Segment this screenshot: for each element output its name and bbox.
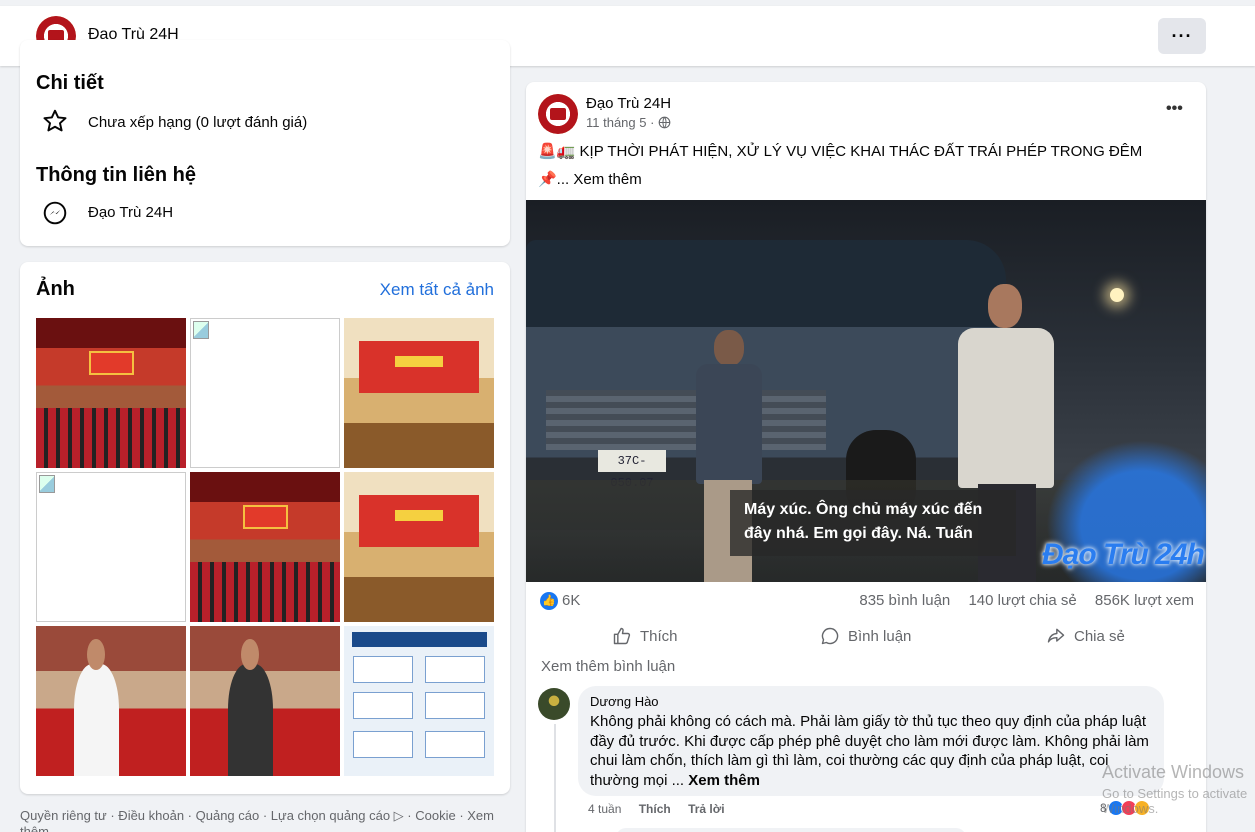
photo-thumbnail[interactable]: [36, 626, 186, 776]
details-title: Chi tiết: [36, 72, 104, 94]
like-reaction-icon: 👍: [540, 592, 558, 610]
share-label: Chia sẻ: [1074, 627, 1125, 645]
comment-bubble: Dương Hào Không phải không có cách mà. P…: [578, 686, 1164, 796]
view-count: 856K lượt xem: [1094, 592, 1194, 609]
stats-right: 835 bình luận 140 lượt chia sẻ 856K lượt…: [845, 592, 1194, 609]
messenger-icon: [43, 201, 67, 225]
post-stats: 👍 6K 835 bình luận 140 lượt chia sẻ 856K…: [538, 592, 1194, 612]
photo-thumbnail[interactable]: [36, 318, 186, 468]
pin-prefix: 📌...: [538, 171, 570, 188]
photo-thumbnail-broken[interactable]: [36, 472, 186, 622]
post-date[interactable]: 11 tháng 5: [586, 115, 646, 130]
see-all-photos-link[interactable]: Xem tất cả ảnh: [380, 280, 494, 300]
license-plate: 37C-050.07: [598, 450, 666, 490]
share-icon: [1047, 628, 1065, 643]
truck-grille: [546, 390, 826, 450]
comment-label: Bình luận: [848, 627, 912, 645]
video-subtitle: Máy xúc. Ông chủ máy xúc đến đây nhá. Em…: [730, 490, 1016, 556]
like-label: Thích: [640, 627, 678, 645]
footer-links[interactable]: Quyền riêng tư · Điều khoản · Quảng cáo …: [20, 808, 510, 832]
post-see-more: 📌... Xem thêm: [538, 170, 642, 188]
photos-title: Ảnh: [36, 278, 75, 300]
street-light: [1110, 288, 1124, 302]
post-author-avatar[interactable]: [538, 94, 578, 134]
share-count[interactable]: 140 lượt chia sẻ: [968, 592, 1076, 609]
comment-text: Không phải không có cách mà. Phải làm gi…: [590, 712, 1152, 790]
comment-count[interactable]: 835 bình luận: [859, 592, 950, 609]
see-more-comments-link[interactable]: Xem thêm bình luận: [541, 658, 675, 675]
post-video[interactable]: 37C-050.07 Máy xúc. Ông chủ máy xúc đến …: [526, 200, 1206, 582]
photo-grid: [36, 318, 494, 776]
comment-icon: [821, 627, 839, 645]
thread-line: [554, 724, 556, 832]
details-card: Chi tiết Chưa xếp hạng (0 lượt đánh giá)…: [20, 40, 510, 246]
comment-see-more-link[interactable]: Xem thêm: [688, 772, 760, 789]
activate-subtitle: Go to Settings to activate Windows.: [1102, 786, 1248, 816]
star-icon: [43, 109, 67, 132]
comment-actions: 4 tuần Thích Trả lời: [588, 802, 739, 816]
comment-reply-button[interactable]: Trả lời: [688, 802, 725, 816]
post-headline: 🚨🚛 KỊP THỜI PHÁT HIỆN, XỬ LÝ VỤ VIỆC KHA…: [538, 143, 1143, 160]
contact-title: Thông tin liên hệ: [36, 164, 196, 186]
photo-thumbnail[interactable]: [344, 318, 494, 468]
photos-card: Ảnh Xem tất cả ảnh: [20, 262, 510, 794]
photo-thumbnail[interactable]: [190, 472, 340, 622]
post-card: Đạo Trù 24H 11 tháng 5 · ••• 🚨🚛 KỊP THỜI…: [526, 82, 1206, 832]
see-more-link[interactable]: Xem thêm: [573, 171, 641, 188]
globe-icon: [658, 116, 671, 129]
commenter-avatar[interactable]: [538, 688, 570, 720]
post-options-button[interactable]: •••: [1166, 100, 1183, 118]
meta-separator: ·: [650, 115, 655, 130]
video-watermark: Đạo Trù 24h: [1042, 538, 1205, 571]
photo-thumbnail[interactable]: [344, 626, 494, 776]
rating-text: Chưa xếp hạng (0 lượt đánh giá): [88, 114, 308, 131]
commenter-name[interactable]: Dương Hào: [590, 694, 1152, 709]
comment-button[interactable]: Bình luận: [820, 618, 911, 654]
photo-thumbnail[interactable]: [344, 472, 494, 622]
photo-thumbnail-broken[interactable]: [190, 318, 340, 468]
reaction-count[interactable]: 6K: [562, 592, 580, 609]
messenger-link[interactable]: Đạo Trù 24H: [88, 204, 173, 221]
post-author-name[interactable]: Đạo Trù 24H: [586, 95, 671, 112]
post-meta: 11 tháng 5 ·: [586, 115, 671, 130]
comment-like-button[interactable]: Thích: [639, 802, 671, 816]
share-button[interactable]: Chia sẻ: [1046, 618, 1125, 654]
comment-time[interactable]: 4 tuần: [588, 802, 621, 816]
post-actions: Thích Bình luận Chia sẻ: [526, 618, 1206, 654]
photo-thumbnail[interactable]: [190, 626, 340, 776]
like-button[interactable]: Thích: [612, 618, 678, 654]
thumbs-up-icon: [613, 627, 631, 645]
next-comment-bubble: [616, 828, 966, 832]
more-options-button[interactable]: ···: [1158, 18, 1206, 54]
activate-title: Activate Windows: [1102, 762, 1245, 782]
activate-windows-watermark: Activate Windows Go to Settings to activ…: [1102, 762, 1255, 816]
comment-body: Không phải không có cách mà. Phải làm gi…: [590, 713, 1149, 789]
